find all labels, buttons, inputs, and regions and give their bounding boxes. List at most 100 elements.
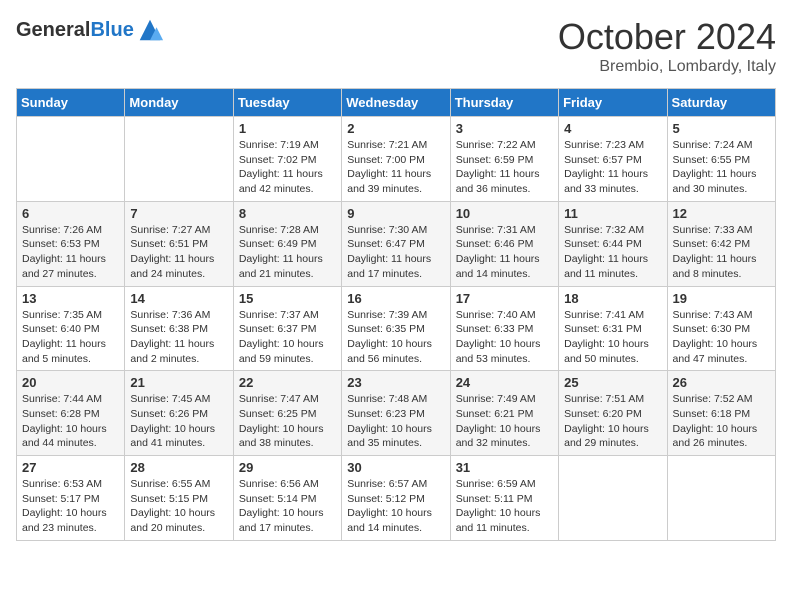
calendar-cell: 26 Sunrise: 7:52 AM Sunset: 6:18 PM Dayli… xyxy=(667,371,775,456)
day-info: Sunrise: 7:49 AM Sunset: 6:21 PM Dayligh… xyxy=(456,392,553,451)
day-number: 26 xyxy=(673,375,770,390)
calendar-cell xyxy=(559,456,667,541)
day-number: 19 xyxy=(673,291,770,306)
calendar-cell: 21 Sunrise: 7:45 AM Sunset: 6:26 PM Dayli… xyxy=(125,371,233,456)
day-info: Sunrise: 7:36 AM Sunset: 6:38 PM Dayligh… xyxy=(130,308,227,367)
calendar-week-row: 1 Sunrise: 7:19 AM Sunset: 7:02 PM Daylig… xyxy=(17,117,776,202)
day-number: 8 xyxy=(239,206,336,221)
calendar-cell xyxy=(667,456,775,541)
calendar-cell: 18Sunrise: 7:41 AM Sunset: 6:31 PM Dayli… xyxy=(559,286,667,371)
calendar-cell: 2 Sunrise: 7:21 AM Sunset: 7:00 PM Daylig… xyxy=(342,117,450,202)
day-number: 6 xyxy=(22,206,119,221)
day-number: 3 xyxy=(456,121,553,136)
day-number: 21 xyxy=(130,375,227,390)
day-number: 2 xyxy=(347,121,444,136)
day-info: Sunrise: 7:32 AM Sunset: 6:44 PM Dayligh… xyxy=(564,223,661,282)
day-number: 29 xyxy=(239,460,336,475)
calendar-cell: 28 Sunrise: 6:55 AM Sunset: 5:15 PM Dayli… xyxy=(125,456,233,541)
calendar-cell: 23Sunrise: 7:48 AM Sunset: 6:23 PM Dayli… xyxy=(342,371,450,456)
day-number: 31 xyxy=(456,460,553,475)
header-monday: Monday xyxy=(125,89,233,117)
day-info: Sunrise: 7:31 AM Sunset: 6:46 PM Dayligh… xyxy=(456,223,553,282)
calendar-cell: 29Sunrise: 6:56 AM Sunset: 5:14 PM Dayli… xyxy=(233,456,341,541)
calendar-cell: 6 Sunrise: 7:26 AM Sunset: 6:53 PM Daylig… xyxy=(17,201,125,286)
day-number: 4 xyxy=(564,121,661,136)
calendar-cell: 12 Sunrise: 7:33 AM Sunset: 6:42 PM Dayli… xyxy=(667,201,775,286)
header-wednesday: Wednesday xyxy=(342,89,450,117)
calendar-cell: 7Sunrise: 7:27 AM Sunset: 6:51 PM Daylig… xyxy=(125,201,233,286)
day-number: 10 xyxy=(456,206,553,221)
day-info: Sunrise: 7:39 AM Sunset: 6:35 PM Dayligh… xyxy=(347,308,444,367)
title-block: October 2024 Brembio, Lombardy, Italy xyxy=(558,16,776,76)
day-number: 14 xyxy=(130,291,227,306)
location: Brembio, Lombardy, Italy xyxy=(558,58,776,76)
calendar-cell: 20 Sunrise: 7:44 AM Sunset: 6:28 PM Dayli… xyxy=(17,371,125,456)
day-info: Sunrise: 7:27 AM Sunset: 6:51 PM Dayligh… xyxy=(130,223,227,282)
day-info: Sunrise: 7:28 AM Sunset: 6:49 PM Dayligh… xyxy=(239,223,336,282)
calendar-table: SundayMondayTuesdayWednesdayThursdayFrid… xyxy=(16,88,776,541)
calendar-cell: 8 Sunrise: 7:28 AM Sunset: 6:49 PM Daylig… xyxy=(233,201,341,286)
day-info: Sunrise: 6:57 AM Sunset: 5:12 PM Dayligh… xyxy=(347,477,444,536)
day-number: 9 xyxy=(347,206,444,221)
calendar-cell: 5Sunrise: 7:24 AM Sunset: 6:55 PM Daylig… xyxy=(667,117,775,202)
calendar-week-row: 27 Sunrise: 6:53 AM Sunset: 5:17 PM Dayli… xyxy=(17,456,776,541)
calendar-cell: 16 Sunrise: 7:39 AM Sunset: 6:35 PM Dayli… xyxy=(342,286,450,371)
header-tuesday: Tuesday xyxy=(233,89,341,117)
header-sunday: Sunday xyxy=(17,89,125,117)
day-info: Sunrise: 6:53 AM Sunset: 5:17 PM Dayligh… xyxy=(22,477,119,536)
day-number: 12 xyxy=(673,206,770,221)
calendar-cell: 15 Sunrise: 7:37 AM Sunset: 6:37 PM Dayli… xyxy=(233,286,341,371)
day-info: Sunrise: 7:52 AM Sunset: 6:18 PM Dayligh… xyxy=(673,392,770,451)
calendar-cell xyxy=(17,117,125,202)
day-info: Sunrise: 7:41 AM Sunset: 6:31 PM Dayligh… xyxy=(564,308,661,367)
calendar-cell: 22 Sunrise: 7:47 AM Sunset: 6:25 PM Dayli… xyxy=(233,371,341,456)
page-header: GeneralBlue October 2024 Brembio, Lombar… xyxy=(16,16,776,76)
day-number: 11 xyxy=(564,206,661,221)
day-info: Sunrise: 7:37 AM Sunset: 6:37 PM Dayligh… xyxy=(239,308,336,367)
calendar-week-row: 6 Sunrise: 7:26 AM Sunset: 6:53 PM Daylig… xyxy=(17,201,776,286)
calendar-cell: 27 Sunrise: 6:53 AM Sunset: 5:17 PM Dayli… xyxy=(17,456,125,541)
header-friday: Friday xyxy=(559,89,667,117)
day-info: Sunrise: 6:55 AM Sunset: 5:15 PM Dayligh… xyxy=(130,477,227,536)
day-info: Sunrise: 7:33 AM Sunset: 6:42 PM Dayligh… xyxy=(673,223,770,282)
calendar-week-row: 13 Sunrise: 7:35 AM Sunset: 6:40 PM Dayli… xyxy=(17,286,776,371)
day-number: 13 xyxy=(22,291,119,306)
calendar-header-row: SundayMondayTuesdayWednesdayThursdayFrid… xyxy=(17,89,776,117)
day-number: 17 xyxy=(456,291,553,306)
day-number: 20 xyxy=(22,375,119,390)
day-number: 27 xyxy=(22,460,119,475)
day-number: 25 xyxy=(564,375,661,390)
day-info: Sunrise: 7:35 AM Sunset: 6:40 PM Dayligh… xyxy=(22,308,119,367)
calendar-cell: 3 Sunrise: 7:22 AM Sunset: 6:59 PM Daylig… xyxy=(450,117,558,202)
calendar-cell: 31Sunrise: 6:59 AM Sunset: 5:11 PM Dayli… xyxy=(450,456,558,541)
month-title: October 2024 xyxy=(558,16,776,58)
calendar-cell: 14 Sunrise: 7:36 AM Sunset: 6:38 PM Dayli… xyxy=(125,286,233,371)
day-info: Sunrise: 7:21 AM Sunset: 7:00 PM Dayligh… xyxy=(347,138,444,197)
day-info: Sunrise: 7:43 AM Sunset: 6:30 PM Dayligh… xyxy=(673,308,770,367)
day-info: Sunrise: 7:24 AM Sunset: 6:55 PM Dayligh… xyxy=(673,138,770,197)
calendar-week-row: 20 Sunrise: 7:44 AM Sunset: 6:28 PM Dayli… xyxy=(17,371,776,456)
day-info: Sunrise: 7:26 AM Sunset: 6:53 PM Dayligh… xyxy=(22,223,119,282)
calendar-cell: 9 Sunrise: 7:30 AM Sunset: 6:47 PM Daylig… xyxy=(342,201,450,286)
logo-general-text: General xyxy=(16,19,90,41)
day-info: Sunrise: 7:47 AM Sunset: 6:25 PM Dayligh… xyxy=(239,392,336,451)
day-number: 30 xyxy=(347,460,444,475)
day-number: 28 xyxy=(130,460,227,475)
day-info: Sunrise: 7:22 AM Sunset: 6:59 PM Dayligh… xyxy=(456,138,553,197)
header-saturday: Saturday xyxy=(667,89,775,117)
calendar-cell: 1 Sunrise: 7:19 AM Sunset: 7:02 PM Daylig… xyxy=(233,117,341,202)
calendar-cell: 24Sunrise: 7:49 AM Sunset: 6:21 PM Dayli… xyxy=(450,371,558,456)
day-number: 22 xyxy=(239,375,336,390)
day-number: 23 xyxy=(347,375,444,390)
day-info: Sunrise: 7:19 AM Sunset: 7:02 PM Dayligh… xyxy=(239,138,336,197)
day-info: Sunrise: 7:30 AM Sunset: 6:47 PM Dayligh… xyxy=(347,223,444,282)
logo: GeneralBlue xyxy=(16,16,164,44)
day-info: Sunrise: 7:23 AM Sunset: 6:57 PM Dayligh… xyxy=(564,138,661,197)
day-number: 1 xyxy=(239,121,336,136)
day-number: 15 xyxy=(239,291,336,306)
calendar-cell: 10 Sunrise: 7:31 AM Sunset: 6:46 PM Dayli… xyxy=(450,201,558,286)
day-info: Sunrise: 7:44 AM Sunset: 6:28 PM Dayligh… xyxy=(22,392,119,451)
logo-icon xyxy=(136,16,164,44)
day-number: 16 xyxy=(347,291,444,306)
day-info: Sunrise: 7:45 AM Sunset: 6:26 PM Dayligh… xyxy=(130,392,227,451)
